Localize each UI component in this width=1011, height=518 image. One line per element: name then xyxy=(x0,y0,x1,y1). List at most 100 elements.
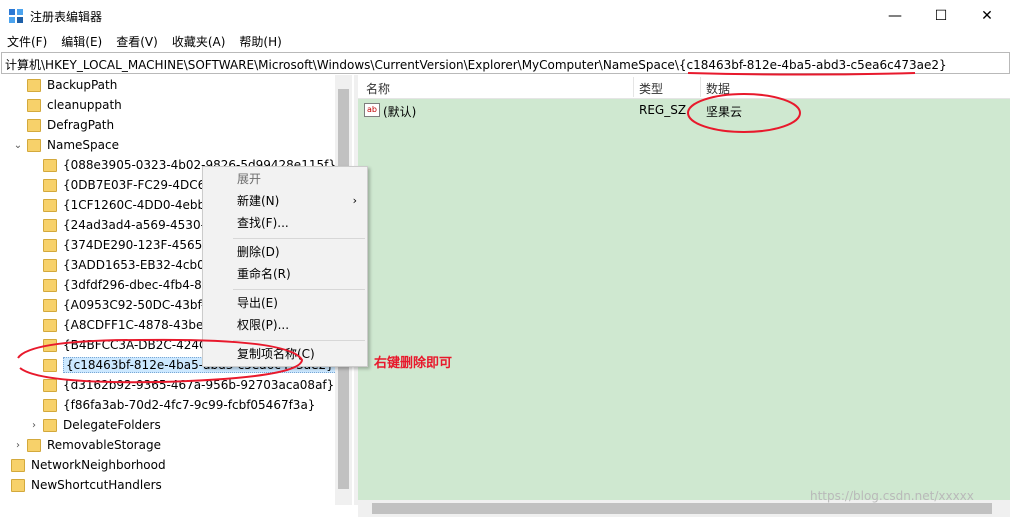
tree-item[interactable]: NetworkNeighborhood xyxy=(11,455,166,475)
tree-item[interactable]: › RemovableStorage xyxy=(16,435,161,455)
tree-item-label: {374DE290-123F-4565-9 xyxy=(63,238,215,252)
column-name-header[interactable]: 名称 xyxy=(366,80,390,97)
watermark: https://blog.csdn.net/xxxxx xyxy=(810,489,974,503)
context-menu-item-label: 展开 xyxy=(237,172,262,186)
list-header: 名称 类型 数据 xyxy=(358,75,1010,99)
tree-item-label: {f86fa3ab-70d2-4fc7-9c99-fcbf05467f3a} xyxy=(63,398,316,412)
tree-item[interactable]: BackupPath xyxy=(27,75,117,95)
tree-item[interactable]: DefragPath xyxy=(27,115,114,135)
folder-icon xyxy=(43,338,57,352)
context-menu-item-label: 新建(N) xyxy=(237,194,280,208)
tree-item-label: DefragPath xyxy=(47,118,115,132)
menu-edit[interactable]: 编辑(E) xyxy=(54,31,109,51)
menu-separator xyxy=(233,289,365,290)
address-bar[interactable]: 计算机\HKEY_LOCAL_MACHINE\SOFTWARE\Microsof… xyxy=(1,52,1010,74)
tree-item-label: BackupPath xyxy=(47,78,118,92)
context-menu-item-label: 复制项名称(C) xyxy=(237,347,315,361)
expand-arrow-icon[interactable]: › xyxy=(13,440,23,451)
context-menu-item[interactable]: 重命名(R) xyxy=(203,264,367,284)
column-type-header[interactable]: 类型 xyxy=(639,80,663,97)
menu-separator xyxy=(233,238,365,239)
column-divider[interactable] xyxy=(700,77,701,97)
collapse-arrow-icon[interactable]: ⌄ xyxy=(13,140,23,151)
window-title: 注册表编辑器 xyxy=(30,10,103,24)
context-menu-item-label: 权限(P)... xyxy=(237,318,290,332)
folder-icon xyxy=(43,398,57,412)
folder-icon xyxy=(43,318,57,332)
string-value-icon: ab xyxy=(364,103,380,117)
tree-item-label: {d3162b92-9365-467a-956b-92703aca08af} xyxy=(63,378,335,392)
tree-item-label: {3ADD1653-EB32-4cb0-E xyxy=(63,258,217,272)
submenu-arrow-icon: › xyxy=(352,194,357,207)
folder-icon xyxy=(43,278,57,292)
menu-help[interactable]: 帮助(H) xyxy=(232,31,288,51)
value-data: 坚果云 xyxy=(706,105,743,119)
tree-item[interactable]: {1CF1260C-4DD0-4ebb-8 xyxy=(43,195,217,215)
folder-icon xyxy=(27,118,41,132)
tree-item-label: {3dfdf296-dbec-4fb4-81 xyxy=(63,278,210,292)
value-type: REG_SZ xyxy=(639,103,687,117)
folder-icon xyxy=(11,478,25,492)
menu-favorites[interactable]: 收藏夹(A) xyxy=(165,31,233,51)
title-bar: 注册表编辑器 — ☐ ✕ xyxy=(0,0,1011,31)
context-menu-item-label: 查找(F)... xyxy=(237,216,289,230)
tree-item-label: {24ad3ad4-a569-4530-9 xyxy=(63,218,213,232)
folder-icon xyxy=(27,138,41,152)
context-menu-item-label: 导出(E) xyxy=(237,296,278,310)
column-divider[interactable] xyxy=(633,77,634,97)
tree-item[interactable]: {3dfdf296-dbec-4fb4-81 xyxy=(43,275,209,295)
value-name: (默认) xyxy=(383,105,417,119)
context-menu-item[interactable]: 导出(E) xyxy=(203,293,367,313)
close-button[interactable]: ✕ xyxy=(964,0,1010,31)
tree-item-label: NewShortcutHandlers xyxy=(31,478,162,492)
tree-item[interactable]: {24ad3ad4-a569-4530-9 xyxy=(43,215,213,235)
folder-icon xyxy=(43,178,57,192)
folder-icon xyxy=(11,458,25,472)
minimize-button[interactable]: — xyxy=(872,0,918,31)
folder-icon xyxy=(43,218,57,232)
folder-icon xyxy=(43,378,57,392)
folder-icon xyxy=(43,418,57,432)
tree-item[interactable]: cleanuppath xyxy=(27,95,122,115)
context-menu-item[interactable]: 查找(F)... xyxy=(203,213,367,233)
tree-item[interactable]: ⌄ NameSpace xyxy=(14,135,119,155)
tree-item[interactable]: {B4BFCC3A-DB2C-424C- xyxy=(43,335,212,355)
folder-icon xyxy=(27,78,41,92)
tree-item[interactable]: {A0953C92-50DC-43bf-B xyxy=(43,295,213,315)
annotation-note: 右键删除即可 xyxy=(374,356,453,371)
tree-item[interactable]: {d3162b92-9365-467a-956b-92703aca08af} xyxy=(43,375,334,395)
tree-item-label: {A8CDFF1C-4878-43be-E xyxy=(63,318,216,332)
folder-icon xyxy=(43,298,57,312)
value-list[interactable]: 名称 类型 数据 ab (默认) REG_SZ 坚果云 xyxy=(358,75,1010,505)
tree-item[interactable]: {0DB7E03F-FC29-4DC6-9 xyxy=(43,175,217,195)
menu-view[interactable]: 查看(V) xyxy=(109,31,165,51)
menu-file[interactable]: 文件(F) xyxy=(0,31,54,51)
folder-icon xyxy=(43,258,57,272)
folder-icon xyxy=(43,358,57,372)
context-menu-item[interactable]: 权限(P)... xyxy=(203,315,367,335)
tree-item-label: {0DB7E03F-FC29-4DC6-9 xyxy=(63,178,218,192)
tree-item-label: {1CF1260C-4DD0-4ebb-8 xyxy=(63,198,218,212)
column-data-header[interactable]: 数据 xyxy=(706,80,730,97)
maximize-button[interactable]: ☐ xyxy=(918,0,964,31)
list-scroll-thumb[interactable] xyxy=(372,503,992,514)
context-menu-item[interactable]: 复制项名称(C) xyxy=(203,344,367,364)
tree-item[interactable]: {374DE290-123F-4565-9 xyxy=(43,235,214,255)
tree-item-label: {B4BFCC3A-DB2C-424C- xyxy=(63,338,212,352)
menu-separator xyxy=(233,340,365,341)
list-row[interactable]: ab (默认) REG_SZ 坚果云 xyxy=(358,101,1010,121)
tree-item[interactable]: NewShortcutHandlers xyxy=(11,475,162,495)
context-menu-item[interactable]: 新建(N) › xyxy=(203,191,367,211)
folder-icon xyxy=(27,98,41,112)
folder-icon xyxy=(27,438,41,452)
context-menu-item-label: 删除(D) xyxy=(237,245,280,259)
context-menu-item[interactable]: 删除(D) xyxy=(203,242,367,262)
address-path[interactable]: 计算机\HKEY_LOCAL_MACHINE\SOFTWARE\Microsof… xyxy=(5,56,947,73)
tree-item-label: NetworkNeighborhood xyxy=(31,458,166,472)
tree-item[interactable]: {3ADD1653-EB32-4cb0-E xyxy=(43,255,217,275)
tree-item[interactable]: › DelegateFolders xyxy=(32,415,161,435)
tree-item[interactable]: {f86fa3ab-70d2-4fc7-9c99-fcbf05467f3a} xyxy=(43,395,315,415)
context-menu-item-label: 重命名(R) xyxy=(237,267,291,281)
tree-item[interactable]: {A8CDFF1C-4878-43be-E xyxy=(43,315,215,335)
expand-arrow-icon[interactable]: › xyxy=(29,420,39,431)
